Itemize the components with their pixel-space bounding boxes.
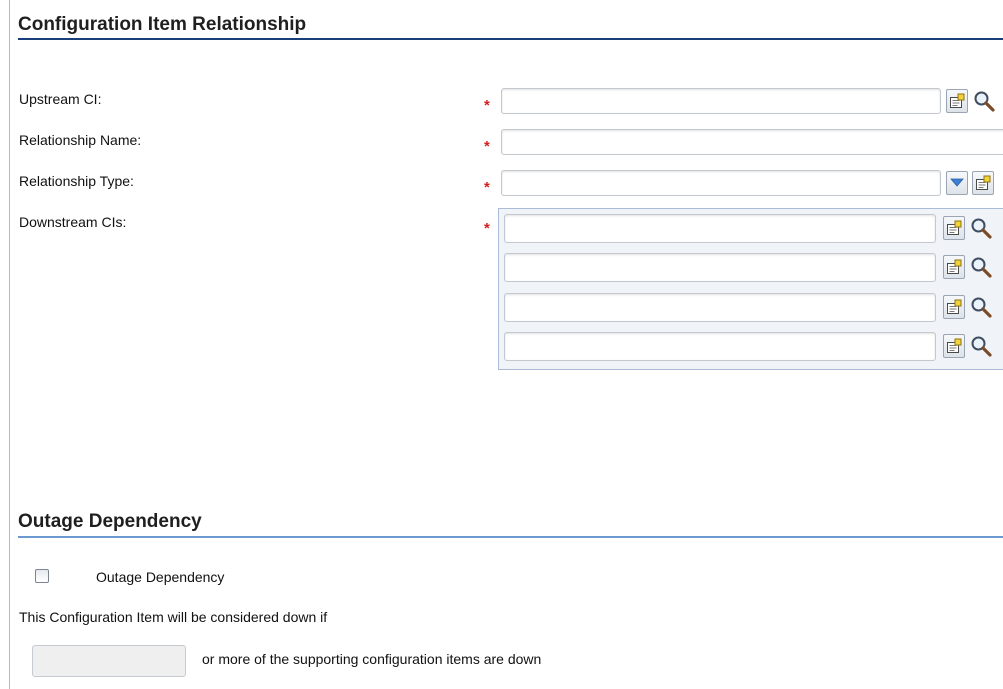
left-border [9, 0, 10, 689]
fill-form-icon [976, 175, 991, 190]
upstream-ci-label: Upstream CI: [19, 91, 102, 107]
fill-relationship-type-button[interactable] [972, 171, 994, 195]
downstream-ci-input-1[interactable] [504, 214, 936, 243]
outage-description: This Configuration Item will be consider… [19, 609, 328, 625]
fill-form-icon [947, 299, 962, 314]
search-icon[interactable] [969, 216, 993, 240]
search-icon[interactable] [972, 89, 996, 113]
fill-upstream-button[interactable] [946, 89, 968, 113]
fill-downstream-button-2[interactable] [943, 255, 965, 279]
required-marker: * [484, 138, 490, 155]
search-icon[interactable] [969, 295, 993, 319]
search-icon[interactable] [969, 334, 993, 358]
outage-dependency-checkbox-label: Outage Dependency [96, 569, 225, 585]
fill-downstream-button-4[interactable] [943, 334, 965, 358]
relationship-type-input[interactable] [501, 170, 941, 196]
downstream-ci-input-4[interactable] [504, 332, 936, 361]
required-marker: * [484, 179, 490, 196]
fill-form-icon [947, 220, 962, 235]
downstream-ci-input-2[interactable] [504, 253, 936, 282]
outage-count-input[interactable] [32, 645, 186, 677]
required-marker: * [484, 220, 490, 237]
section-divider [18, 536, 1003, 538]
relationship-type-dropdown-button[interactable] [946, 171, 968, 195]
search-icon[interactable] [969, 255, 993, 279]
section-title-relationship: Configuration Item Relationship [18, 14, 307, 35]
upstream-ci-input[interactable] [501, 88, 941, 114]
dropdown-arrow-icon [950, 178, 964, 187]
downstream-ci-input-3[interactable] [504, 293, 936, 322]
relationship-name-label: Relationship Name: [19, 132, 142, 148]
relationship-name-input[interactable] [501, 129, 1003, 155]
fill-form-icon [947, 259, 962, 274]
downstream-cis-label: Downstream CIs: [19, 214, 127, 230]
outage-dependency-checkbox[interactable] [35, 569, 49, 583]
fill-form-icon [950, 93, 965, 108]
section-title-outage: Outage Dependency [18, 511, 202, 532]
fill-downstream-button-3[interactable] [943, 295, 965, 319]
fill-downstream-button-1[interactable] [943, 216, 965, 240]
outage-count-suffix: or more of the supporting configuration … [202, 651, 542, 667]
required-marker: * [484, 97, 490, 114]
relationship-type-label: Relationship Type: [19, 173, 134, 189]
section-divider [18, 38, 1003, 40]
fill-form-icon [947, 338, 962, 353]
